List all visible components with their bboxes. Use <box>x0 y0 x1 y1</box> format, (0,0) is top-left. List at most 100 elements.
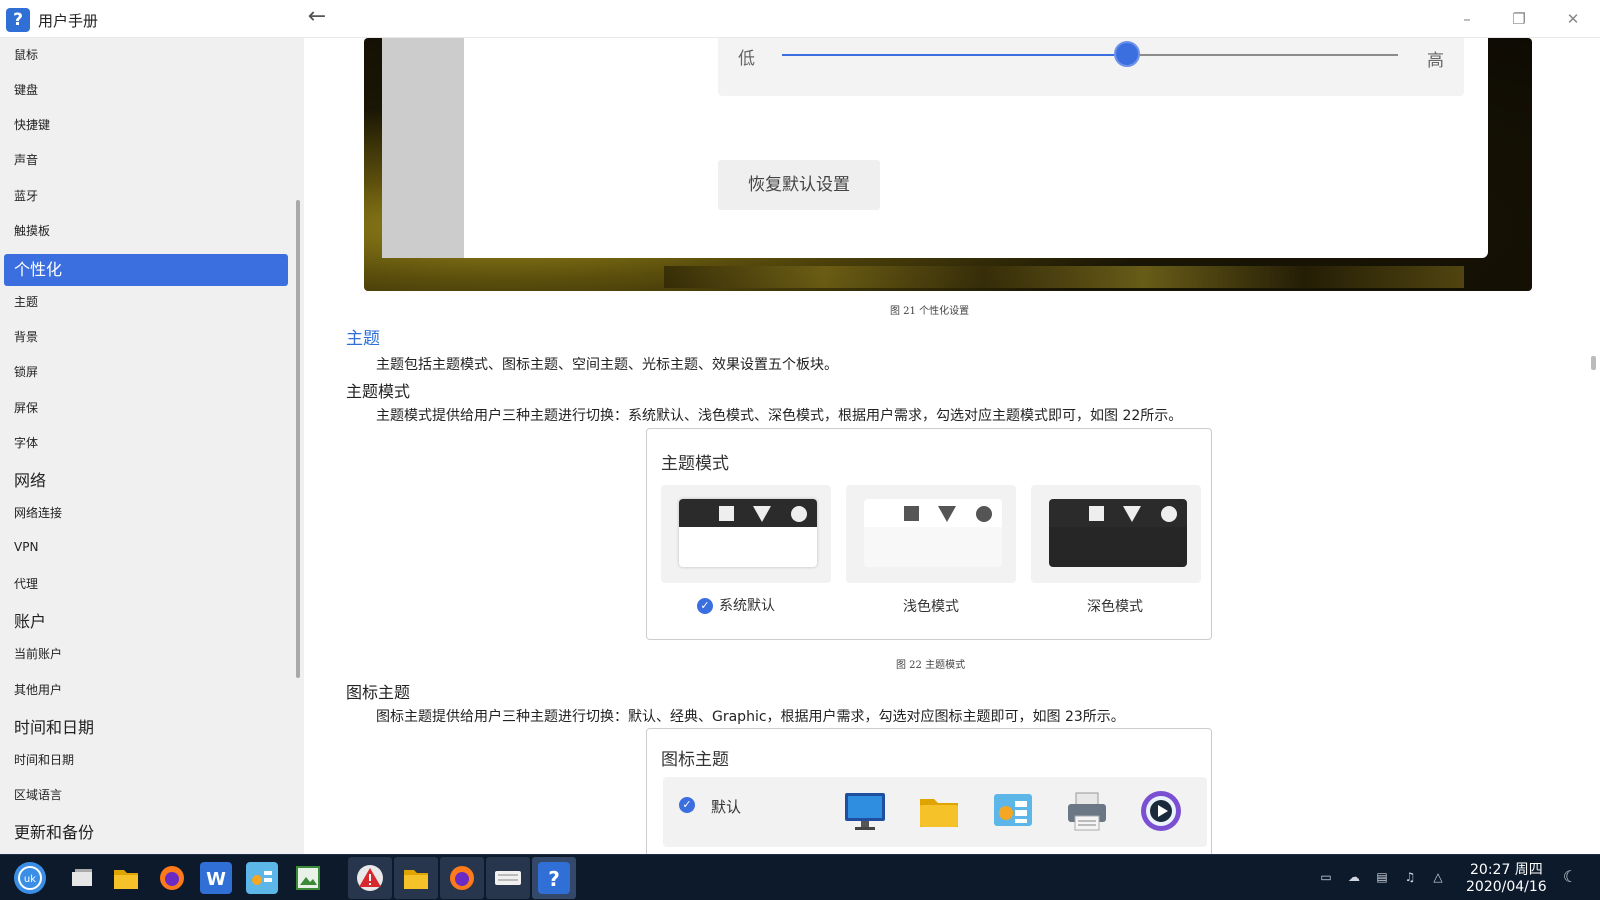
cloud-icon[interactable]: ☁ <box>1346 870 1362 884</box>
figure-title: 图标主题 <box>661 750 729 770</box>
wps-writer-icon[interactable]: W <box>200 862 232 894</box>
theme-option-light[interactable]: 浅色模式 <box>903 596 959 616</box>
theme-card-light[interactable] <box>846 485 1016 583</box>
figure-caption: 图 22 主题模式 <box>896 660 966 671</box>
theme-option-dark[interactable]: 深色模式 <box>1087 596 1143 616</box>
figure-title: 主题模式 <box>661 454 729 474</box>
manual-content: 低 高 恢复默认设置 图 21 个性化设置 主题 主题包括主题模式、图标主题、空… <box>304 38 1600 854</box>
start-menu-icon[interactable]: uk <box>14 862 46 894</box>
clock-date[interactable]: 2020/04/16 <box>1466 879 1547 895</box>
minimize-button[interactable]: – <box>1452 6 1482 32</box>
sidebar-item-vpn[interactable]: VPN <box>14 540 38 554</box>
sidebar-item-shortcuts[interactable]: 快捷键 <box>14 116 50 133</box>
system-settings-icon <box>991 789 1035 833</box>
sidebar-item-screensaver[interactable]: 屏保 <box>14 399 38 416</box>
theme-mode-figure: 主题模式 ✓ 系统默认 浅色模式 深色模式 <box>646 428 1212 640</box>
sidebar-item-region-language[interactable]: 区域语言 <box>14 786 62 803</box>
sidebar-item-touchpad[interactable]: 触摸板 <box>14 222 50 239</box>
taskbar: uk W ? ▭ ☁ ▤ ♫ △ 20:27 周四 2020/04/16 ☾ <box>0 854 1600 900</box>
theme-preview <box>1049 499 1187 567</box>
volume-icon[interactable]: ♫ <box>1402 870 1418 884</box>
close-button[interactable]: ✕ <box>1558 6 1588 32</box>
wallpaper-highlight <box>664 266 1464 288</box>
input-method-icon[interactable]: △ <box>1430 870 1446 884</box>
theme-preview <box>679 499 817 567</box>
subsection-heading: 图标主题 <box>346 683 411 702</box>
theme-card-dark[interactable] <box>1031 485 1201 583</box>
square-icon <box>719 506 734 521</box>
sidebar-item-accounts[interactable]: 账户 <box>14 608 46 632</box>
sidebar-item-network[interactable]: 网络 <box>14 467 46 491</box>
sidebar-item-datetime-section[interactable]: 时间和日期 <box>14 714 94 738</box>
sidebar-item-proxy[interactable]: 代理 <box>14 575 38 592</box>
sidebar-item-personalization[interactable]: 个性化 <box>4 254 288 286</box>
content-scrollbar[interactable] <box>1591 356 1596 370</box>
circle-icon <box>791 506 807 522</box>
printer-icon <box>1065 789 1109 833</box>
circle-icon <box>976 506 992 522</box>
theme-preview <box>864 499 1002 567</box>
svg-text:?: ? <box>548 867 560 891</box>
window-title: 用户手册 <box>38 12 99 30</box>
keyboard-app-icon[interactable] <box>492 862 524 894</box>
settings-window-image: 低 高 恢复默认设置 <box>382 38 1488 258</box>
theme-card-default[interactable] <box>661 485 831 583</box>
multitask-view-icon[interactable] <box>66 862 98 894</box>
sidebar-item-update-backup[interactable]: 更新和备份 <box>14 819 94 843</box>
sidebar-scrollbar[interactable] <box>296 200 300 678</box>
network-icon[interactable]: ▤ <box>1374 870 1390 884</box>
preview-body <box>1049 527 1187 567</box>
moon-icon[interactable]: ☾ <box>1562 869 1578 885</box>
sidebar-item-mouse[interactable]: 鼠标 <box>14 46 38 63</box>
sidebar-item-theme[interactable]: 主题 <box>14 293 38 310</box>
sidebar-item-current-account[interactable]: 当前账户 <box>14 645 62 662</box>
media-player-icon <box>1139 789 1183 833</box>
warning-app-icon[interactable] <box>354 862 386 894</box>
slider-high-label: 高 <box>1427 51 1444 71</box>
icon-theme-figure: 图标主题 ✓ 默认 <box>646 728 1212 854</box>
sidebar-item-datetime[interactable]: 时间和日期 <box>14 751 74 768</box>
sidebar-item-background[interactable]: 背景 <box>14 328 38 345</box>
icon-theme-option-default[interactable]: ✓ 默认 <box>663 777 1207 847</box>
sidebar-item-font[interactable]: 字体 <box>14 434 38 451</box>
sidebar-item-sound[interactable]: 声音 <box>14 151 38 168</box>
triangle-icon <box>753 506 771 522</box>
sidebar-item-lockscreen[interactable]: 锁屏 <box>14 363 38 380</box>
slider-knob[interactable] <box>1113 41 1140 67</box>
sidebar-item-bluetooth[interactable]: 蓝牙 <box>14 187 38 204</box>
section-heading: 主题 <box>346 329 380 349</box>
title-bar: ? 用户手册 ← – ❐ ✕ <box>0 0 1600 38</box>
monitor-icon <box>843 789 887 833</box>
firefox-icon[interactable] <box>446 862 478 894</box>
circle-icon <box>1161 506 1177 522</box>
triangle-icon <box>1123 506 1141 522</box>
sidebar-item-network-connection[interactable]: 网络连接 <box>14 504 62 521</box>
preview-titlebar <box>679 499 817 527</box>
subsection-heading: 主题模式 <box>346 382 411 401</box>
checkmark-icon: ✓ <box>679 797 695 813</box>
file-manager-icon[interactable] <box>400 862 432 894</box>
preview-body <box>864 527 1002 567</box>
preview-titlebar <box>1049 499 1187 527</box>
message-icon[interactable]: ▭ <box>1318 870 1334 884</box>
reset-defaults-button[interactable]: 恢复默认设置 <box>718 160 880 210</box>
folder-icon <box>917 789 961 833</box>
firefox-icon[interactable] <box>156 862 188 894</box>
triangle-icon <box>938 506 956 522</box>
paragraph: 主题模式提供给用户三种主题进行切换：系统默认、浅色模式、深色模式，根据用户需求，… <box>376 408 1183 424</box>
option-label: 系统默认 <box>719 598 775 614</box>
figure-caption: 图 21 个性化设置 <box>890 306 970 317</box>
user-manual-icon[interactable]: ? <box>538 862 570 894</box>
image-viewer-icon[interactable] <box>292 862 324 894</box>
sidebar-item-other-users[interactable]: 其他用户 <box>14 681 62 698</box>
clock-time[interactable]: 20:27 周四 <box>1470 859 1543 879</box>
transparency-slider-panel: 低 高 <box>718 38 1464 96</box>
slider-track[interactable] <box>782 41 1398 67</box>
file-manager-icon[interactable] <box>110 862 142 894</box>
sidebar-item-keyboard[interactable]: 键盘 <box>14 81 38 98</box>
theme-option-default[interactable]: ✓ 系统默认 <box>697 595 775 615</box>
control-panel-icon[interactable] <box>246 862 278 894</box>
back-button[interactable]: ← <box>304 5 330 31</box>
slider-low-label: 低 <box>738 49 755 69</box>
restore-button[interactable]: ❐ <box>1504 6 1534 32</box>
